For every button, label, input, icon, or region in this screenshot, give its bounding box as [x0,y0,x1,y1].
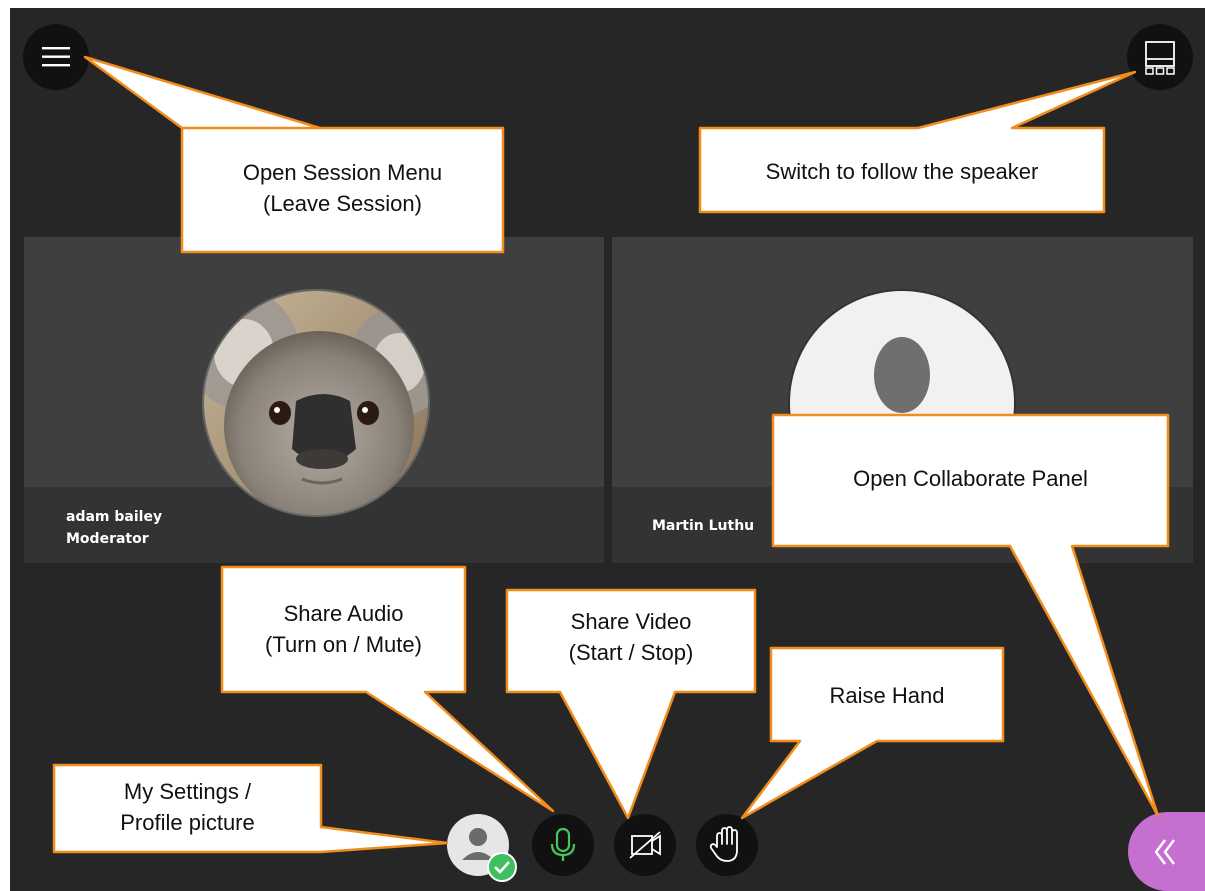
microphone-icon [550,827,576,861]
participant-role: Moderator [66,531,149,547]
callout-line: Raise Hand [829,683,945,708]
participant-name: Martin Luthu [652,518,755,534]
chevron-double-left-icon [1154,839,1175,865]
callout-line: (Start / Stop) [568,640,694,665]
participant-name: adam bailey [66,509,163,525]
koala-photo [204,291,428,515]
callout-share-audio-text: Share Audio (Turn on / Mute) [222,598,465,660]
session-menu-button[interactable] [23,24,89,90]
callout-share-video-text: Share Video (Start / Stop) [507,606,755,668]
callout-session-menu-text: Open Session Menu (Leave Session) [182,157,503,219]
raise-hand-button[interactable] [696,814,758,876]
callout-raise-hand-text: Raise Hand [771,680,1003,711]
callout-line: Profile picture [120,810,255,835]
participant-avatar-koala [202,289,430,517]
follow-speaker-view-button[interactable] [1127,24,1193,90]
callout-follow-speaker-text: Switch to follow the speaker [700,156,1104,187]
callout-line: Open Session Menu [242,160,443,185]
open-collaborate-panel-button[interactable] [1128,812,1205,891]
speaker-view-icon [1145,41,1175,75]
callout-line: Share Audio [283,601,404,626]
callout-line: (Leave Session) [263,191,422,216]
stage: adam bailey Moderator Martin Luthu Open … [0,0,1205,891]
callout-line: Switch to follow the speaker [765,159,1039,184]
check-icon [487,852,517,882]
share-audio-button[interactable] [532,814,594,876]
share-video-button[interactable] [614,814,676,876]
participant-tile-adam: adam bailey Moderator [24,237,604,563]
callout-collaborate-panel-text: Open Collaborate Panel [773,463,1168,494]
callout-line: (Turn on / Mute) [265,632,422,657]
my-settings-button[interactable] [447,814,517,882]
collaborate-session-window: adam bailey Moderator Martin Luthu [10,8,1205,891]
callout-line: Open Collaborate Panel [853,466,1088,491]
raise-hand-icon [709,826,738,862]
callout-line: My Settings / [123,779,252,804]
callout-line: Share Video [570,609,692,634]
video-off-icon [629,831,661,859]
participant-tile-martin: Martin Luthu [612,237,1193,563]
hamburger-icon [42,47,70,67]
callout-my-settings-text: My Settings / Profile picture [54,776,321,838]
